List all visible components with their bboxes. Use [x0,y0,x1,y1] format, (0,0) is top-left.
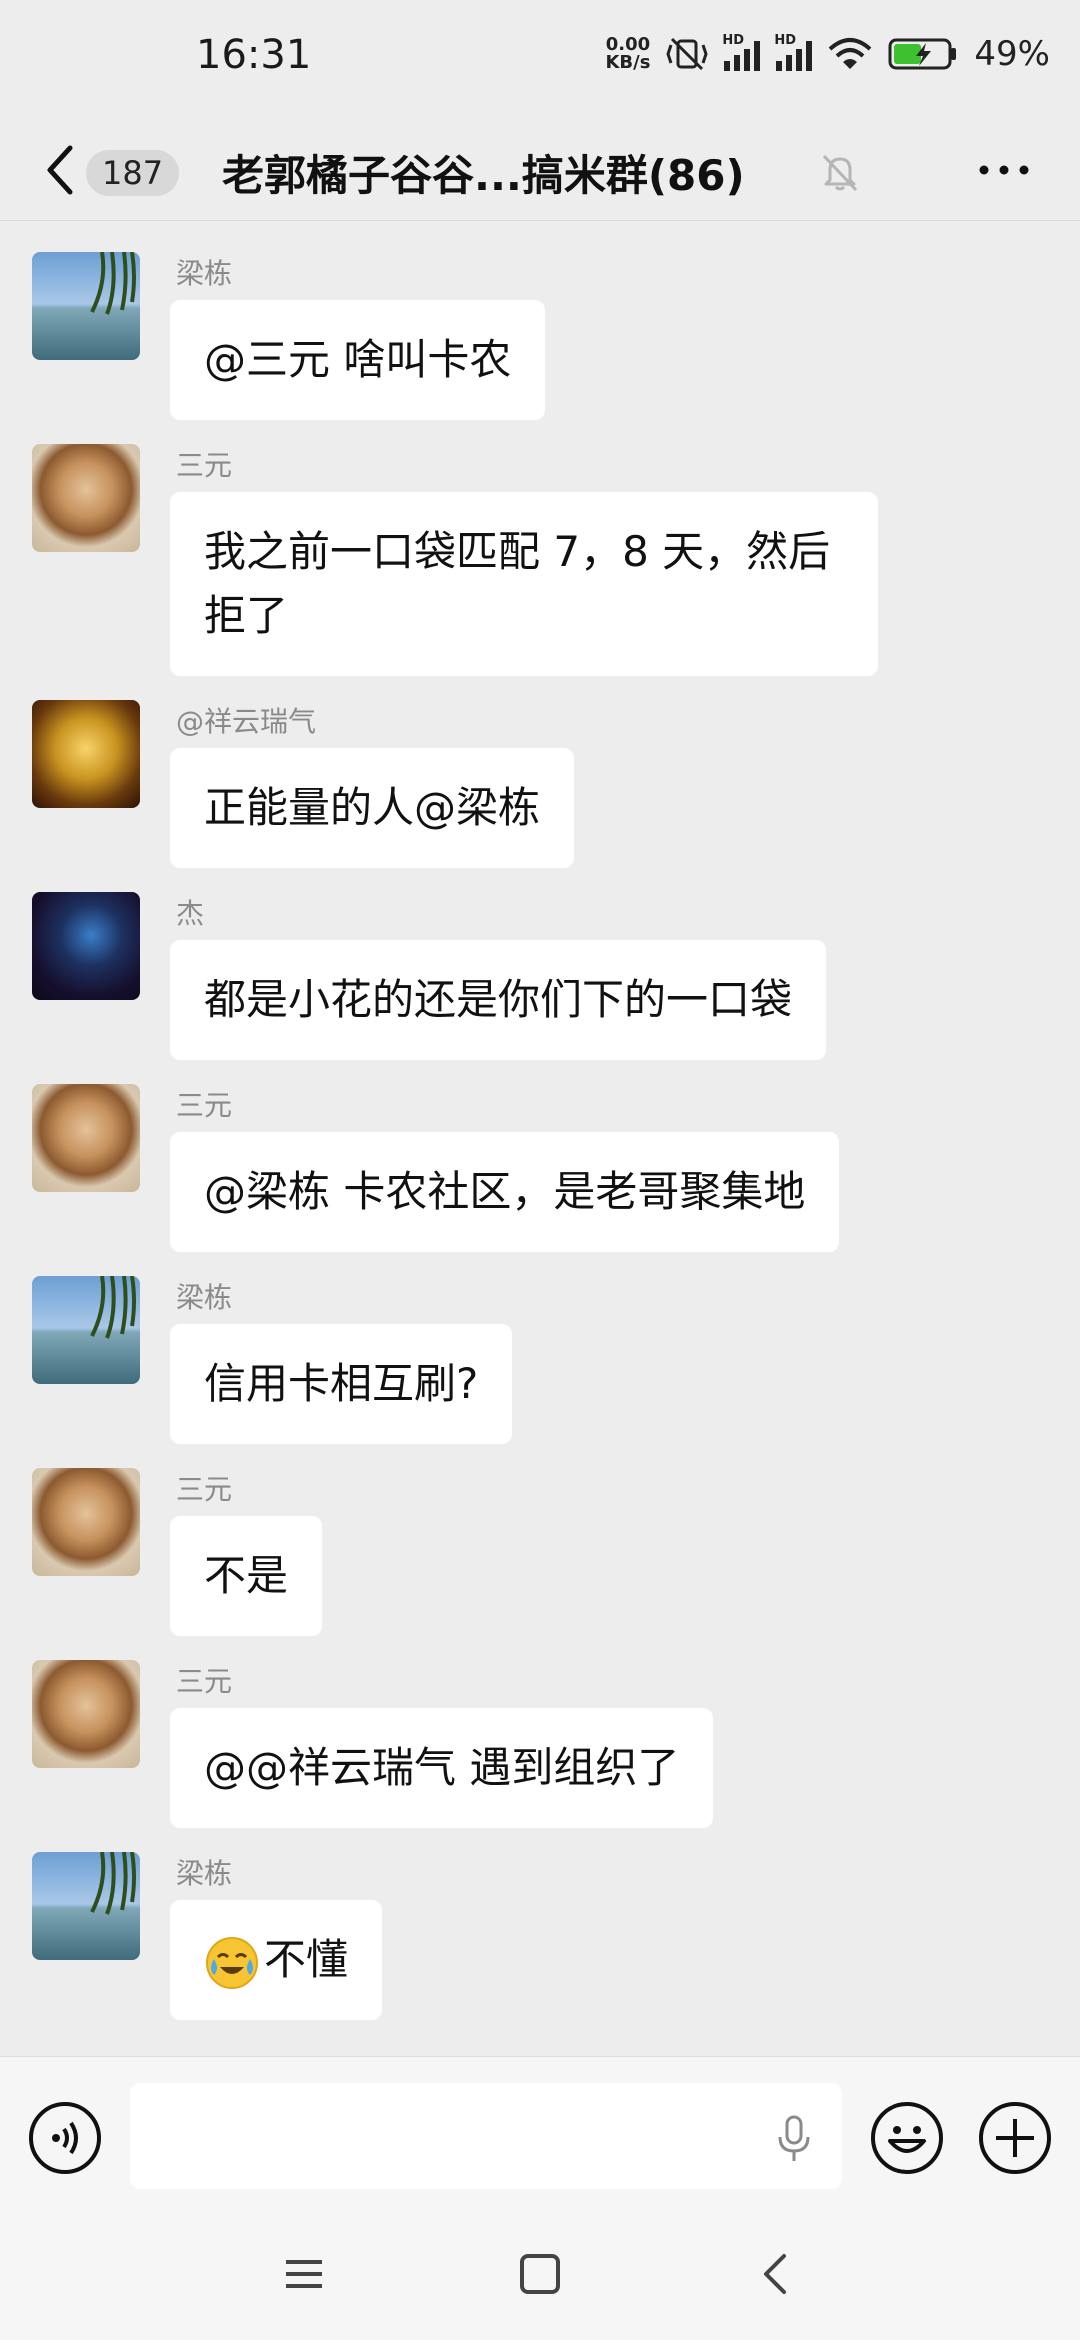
sender-name: 三元 [176,1473,233,1506]
lion-cat-avatar[interactable] [32,1468,140,1576]
lake-willow-avatar[interactable] [32,252,140,360]
wifi-icon [829,38,872,69]
back-icon[interactable] [40,132,80,208]
net-speed: 0.00 KB/s [605,36,650,72]
voice-icon[interactable] [28,2101,102,2175]
status-time: 16:31 [196,32,312,78]
sender-name: 三元 [176,1089,233,1122]
signal-hd-label: HD [774,33,797,48]
system-nav-bar [0,2216,1080,2340]
message-input[interactable] [130,2083,842,2189]
signal-icon: HD [774,33,813,71]
net-speed-unit: KB/s [605,52,651,73]
chat-title[interactable]: 老郭橘子谷谷...搞米群(86) [222,142,745,203]
sender-name: 梁栋 [176,257,233,290]
more-icon[interactable] [976,148,1032,192]
sender-name: 三元 [176,1665,233,1698]
message-bubble[interactable]: 正能量的人@梁栋 [170,748,575,868]
status-bar: 16:31 0.00 KB/s HD HD 49% [0,0,1080,120]
message-bubble[interactable]: 不是 [170,1516,323,1636]
input-bar [0,2056,1080,2217]
signal-icon: HD [722,33,761,71]
sender-name: 梁栋 [176,1857,233,1890]
signal-hd-label: HD [722,33,745,48]
mute-bell-icon [822,154,858,192]
lake-willow-avatar[interactable] [32,1852,140,1960]
message-bubble[interactable]: @梁栋 卡农社区，是老哥聚集地 [170,1132,840,1252]
unread-count-badge[interactable]: 187 [86,150,180,196]
back-icon[interactable] [756,2250,796,2298]
chat-header: 187 老郭橘子谷谷...搞米群(86) [0,120,1080,221]
message-bubble[interactable]: @三元 啥叫卡农 [170,300,546,420]
battery-charging-icon [888,38,957,70]
menu-icon[interactable] [282,2252,326,2296]
emoji-icon[interactable] [870,2101,944,2175]
message-bubble[interactable]: 都是小花的还是你们下的一口袋 [170,940,827,1060]
lion-cat-avatar[interactable] [32,1084,140,1192]
plus-icon[interactable] [978,2101,1052,2175]
sender-name: 梁栋 [176,1281,233,1314]
crying-laughing-emoji [206,1936,258,1989]
sender-name: 杰 [176,897,205,930]
message-text: 不懂 [264,1935,349,1984]
lion-cat-avatar[interactable] [32,1660,140,1768]
lion-cat-avatar[interactable] [32,444,140,552]
message-bubble[interactable]: 我之前一口袋匹配 7，8 天，然后拒了 [170,492,878,676]
golden-statue-avatar[interactable] [32,700,140,808]
battery-percent: 49% [974,34,1050,74]
lake-willow-avatar[interactable] [32,1276,140,1384]
message-bubble[interactable]: 不懂 [170,1900,383,2020]
dark-smoke-avatar[interactable] [32,892,140,1000]
home-icon[interactable] [516,2250,564,2298]
mic-icon[interactable] [774,2115,814,2163]
mute-vibrate-icon [666,37,709,71]
status-icons: 0.00 KB/s HD HD 49% [605,33,1050,74]
sender-name: 三元 [176,449,233,482]
message-bubble[interactable]: @@祥云瑞气 遇到组织了 [170,1708,714,1828]
sender-name: @祥云瑞气 [176,705,317,738]
message-bubble[interactable]: 信用卡相互刷? [170,1324,513,1444]
